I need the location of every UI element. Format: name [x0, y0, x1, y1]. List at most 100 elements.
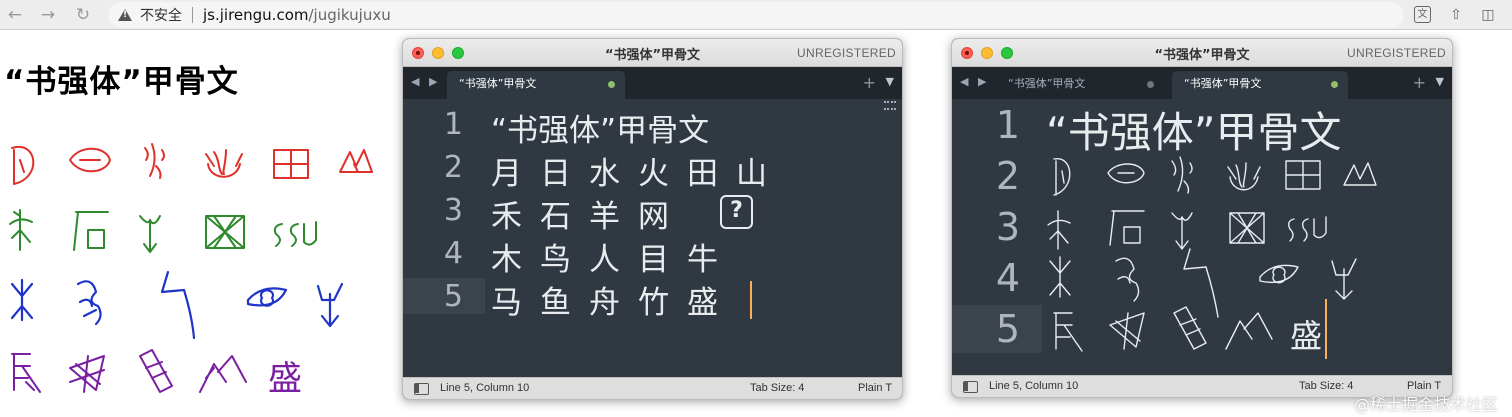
line-number: 5: [443, 279, 463, 314]
glyph-stone: [73, 211, 109, 251]
glyph-horse: [1053, 312, 1083, 352]
glyph-stone: [1109, 210, 1145, 246]
tab-label: “书强体”甲骨文: [459, 77, 537, 90]
tab-label: “书强体”甲骨文: [1008, 77, 1086, 90]
line-number: 4: [995, 256, 1020, 300]
handwritten-glyph-lines: 盛: [1047, 156, 1377, 355]
glyph-bamboo: [1225, 312, 1273, 350]
glyph-tree: [1049, 256, 1071, 298]
tab-label: “书强体”甲骨文: [1184, 77, 1262, 90]
translate-icon[interactable]: 文: [1414, 6, 1431, 23]
glyph-mountain: [339, 149, 373, 173]
new-tab-plus-icon[interactable]: +: [1413, 73, 1426, 92]
text-cursor: [750, 281, 752, 319]
glyph-boat: [139, 349, 173, 393]
glyph-moon: [1053, 158, 1071, 196]
page-title: “书强体”甲骨文: [4, 64, 239, 100]
toggle-panel-icon[interactable]: [963, 381, 978, 393]
line-number: 1: [995, 103, 1020, 147]
line-number: 3: [443, 193, 463, 228]
glyph-sun: [69, 147, 111, 173]
glyph-ox: [316, 282, 344, 328]
editor-tab[interactable]: “书强体”甲骨文: [447, 71, 625, 99]
glyph-fire: [1227, 162, 1261, 191]
tab-dirty-dot-icon[interactable]: [608, 81, 615, 88]
minimap-icon: [884, 101, 896, 110]
code-line[interactable]: “书强体”甲骨文: [491, 105, 709, 150]
editor-window-left: “书强体”甲骨文 UNREGISTERED ◀ ▶ “书强体”甲骨文 + ▼ 1…: [402, 38, 903, 400]
glyph-bird: [1115, 257, 1140, 302]
glyph-sheep: [1171, 212, 1193, 250]
tab-nav-arrows-icon[interactable]: ◀ ▶: [411, 75, 440, 88]
glyph-eye: [246, 287, 288, 307]
status-bar: Line 5, Column 10 Tab Size: 4 Plain T: [403, 377, 902, 399]
glyph-water: [1171, 156, 1193, 194]
insecure-label[interactable]: 不安全: [140, 5, 182, 25]
editor-window-right: “书强体”甲骨文 UNREGISTERED ◀ ▶ “书强体”甲骨文 “书强体”…: [951, 38, 1453, 398]
editor-text-area[interactable]: 1 “书强体”甲骨文 2 3 4 5 盛: [952, 99, 1452, 375]
reload-icon[interactable]: ↻: [72, 4, 94, 26]
glyph-field: [1285, 160, 1321, 190]
glyph-person: [1183, 248, 1219, 318]
url-host: js.jirengu.com: [203, 6, 309, 24]
code-line[interactable]: 马鱼舟竹盛: [491, 277, 736, 322]
glyph-moon: [11, 145, 35, 185]
tab-size[interactable]: Tab Size: 4: [1299, 380, 1353, 392]
line-number: 1: [443, 107, 463, 142]
tab-menu-chevron-icon[interactable]: ▼: [1436, 75, 1444, 88]
text-cursor: [1325, 299, 1327, 359]
url-text[interactable]: js.jirengu.com/jugikujuxu: [203, 6, 391, 24]
glyph-grain: [1047, 210, 1071, 250]
tab-nav-arrows-icon[interactable]: ◀ ▶: [960, 75, 989, 88]
glyph-field: [273, 149, 309, 179]
missing-glyph-box-icon: ?: [720, 195, 753, 229]
glyph-fish: [69, 355, 105, 393]
editor-tab[interactable]: “书强体”甲骨文: [1172, 71, 1348, 99]
syntax-selector[interactable]: Plain T: [858, 382, 892, 394]
tab-dirty-dot-icon[interactable]: [1147, 81, 1154, 88]
unregistered-label: UNREGISTERED: [1347, 46, 1446, 60]
tab-menu-chevron-icon[interactable]: ▼: [886, 75, 894, 88]
code-line[interactable]: 禾石羊网: [491, 191, 687, 236]
sidebar-icon[interactable]: ◫: [1478, 5, 1498, 25]
address-divider: [192, 7, 193, 23]
share-icon[interactable]: ⇧: [1446, 5, 1466, 25]
tab-bar: ◀ ▶ “书强体”甲骨文 “书强体”甲骨文 + ▼: [952, 67, 1452, 99]
code-line[interactable]: 木鸟人目牛: [491, 234, 736, 279]
glyph-sheng: 盛: [1290, 317, 1322, 355]
editor-titlebar: “书强体”甲骨文 UNREGISTERED: [952, 39, 1452, 67]
tab-size[interactable]: Tab Size: 4: [750, 382, 804, 394]
line-number: 2: [443, 150, 463, 185]
line-number: 3: [995, 205, 1020, 249]
glyph-fish: [1109, 312, 1145, 350]
tab-dirty-dot-icon[interactable]: [1331, 81, 1338, 88]
url-path: /jugikujuxu: [308, 6, 391, 24]
glyph-ox: [1331, 258, 1357, 300]
glyph-net: [1229, 212, 1265, 244]
oracle-glyph-grid: 盛: [9, 143, 373, 399]
toggle-panel-icon[interactable]: [414, 383, 429, 395]
glyph-net: [205, 215, 245, 249]
forward-arrow-icon[interactable]: →: [37, 4, 59, 26]
glyph-boat: [1173, 306, 1207, 350]
cursor-position[interactable]: Line 5, Column 10: [989, 380, 1078, 392]
line-number: 5: [995, 307, 1020, 351]
back-arrow-icon[interactable]: ←: [4, 4, 26, 26]
glyph-tree: [10, 278, 34, 322]
glyph-fire: [205, 149, 243, 178]
line-number: 4: [443, 236, 463, 271]
editor-tab[interactable]: “书强体”甲骨文: [996, 71, 1164, 99]
line-number: 2: [995, 154, 1020, 198]
code-line[interactable]: 月日水火田山: [491, 148, 785, 193]
glyph-mountain: [1343, 162, 1377, 186]
glyph-ssu: [1287, 216, 1327, 242]
glyph-sheep: [139, 215, 161, 253]
glyph-bird: [76, 280, 102, 326]
glyph-horse: [11, 353, 41, 393]
editor-text-area[interactable]: 1 “书强体”甲骨文 2 月日水火田山 3 禾石羊网 ? 4 木鸟人目牛 5 马…: [403, 99, 902, 377]
warning-icon[interactable]: [118, 9, 132, 21]
cursor-position[interactable]: Line 5, Column 10: [440, 382, 529, 394]
new-tab-plus-icon[interactable]: +: [863, 73, 876, 92]
address-bar[interactable]: 不安全 js.jirengu.com/jugikujuxu: [108, 2, 1404, 28]
glyph-grain: [9, 209, 33, 251]
